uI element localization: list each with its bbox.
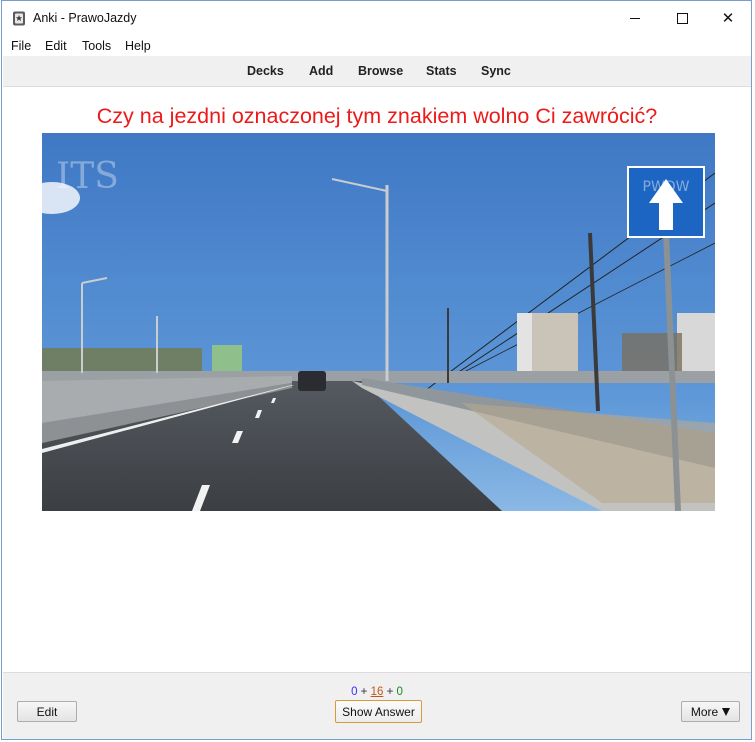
close-icon: ✕ [721,10,735,27]
show-answer-button[interactable]: Show Answer [335,700,422,723]
anki-app-icon [13,11,25,26]
card-view: Czy na jezdni oznaczonej tym znakiem wol… [3,87,751,671]
new-count: 0 [351,686,358,698]
close-button[interactable]: ✕ [705,1,751,35]
learning-count: 16 [370,686,384,698]
toolbar-decks-link[interactable]: Decks [247,64,284,78]
more-button-label: More [690,704,719,719]
review-count: 0 [396,686,403,698]
maximize-icon [676,12,688,24]
toolbar-add-link[interactable]: Add [309,64,333,78]
minimize-icon [630,17,640,19]
toolbar-sync-link[interactable]: Sync [481,64,511,78]
maximize-button[interactable] [659,1,705,35]
menu-bar: File Edit Tools Help [2,35,751,55]
count-separator: + [386,686,394,698]
card-question: Czy na jezdni oznaczonej tym znakiem wol… [96,104,658,128]
menu-file[interactable]: File [11,39,31,53]
chevron-down-icon [722,707,731,716]
toolbar-stats-link[interactable]: Stats [426,64,457,78]
due-counts: 0 + 16 + 0 [3,686,751,698]
count-separator: + [360,686,368,698]
edit-button[interactable]: Edit [17,701,77,722]
review-bottom-bar: 0 + 16 + 0 Edit Show Answer More [3,672,751,739]
menu-edit[interactable]: Edit [45,39,67,53]
minimize-button[interactable] [612,1,658,35]
more-button[interactable]: More [681,701,740,722]
card-image: ITS [42,133,715,511]
menu-tools[interactable]: Tools [82,39,111,53]
toolbar-browse-link[interactable]: Browse [358,64,403,78]
watermark-its: ITS [56,156,119,197]
main-toolbar: Decks Add Browse Stats Sync [3,56,751,87]
show-answer-label: Show Answer [342,704,415,719]
anki-window: Anki - PrawoJazdy ✕ File Edit Tools Help… [1,0,752,740]
menu-help[interactable]: Help [125,39,151,53]
title-bar[interactable]: Anki - PrawoJazdy ✕ [2,1,751,35]
window-title: Anki - PrawoJazdy [33,11,137,25]
edit-button-label: Edit [36,704,58,719]
